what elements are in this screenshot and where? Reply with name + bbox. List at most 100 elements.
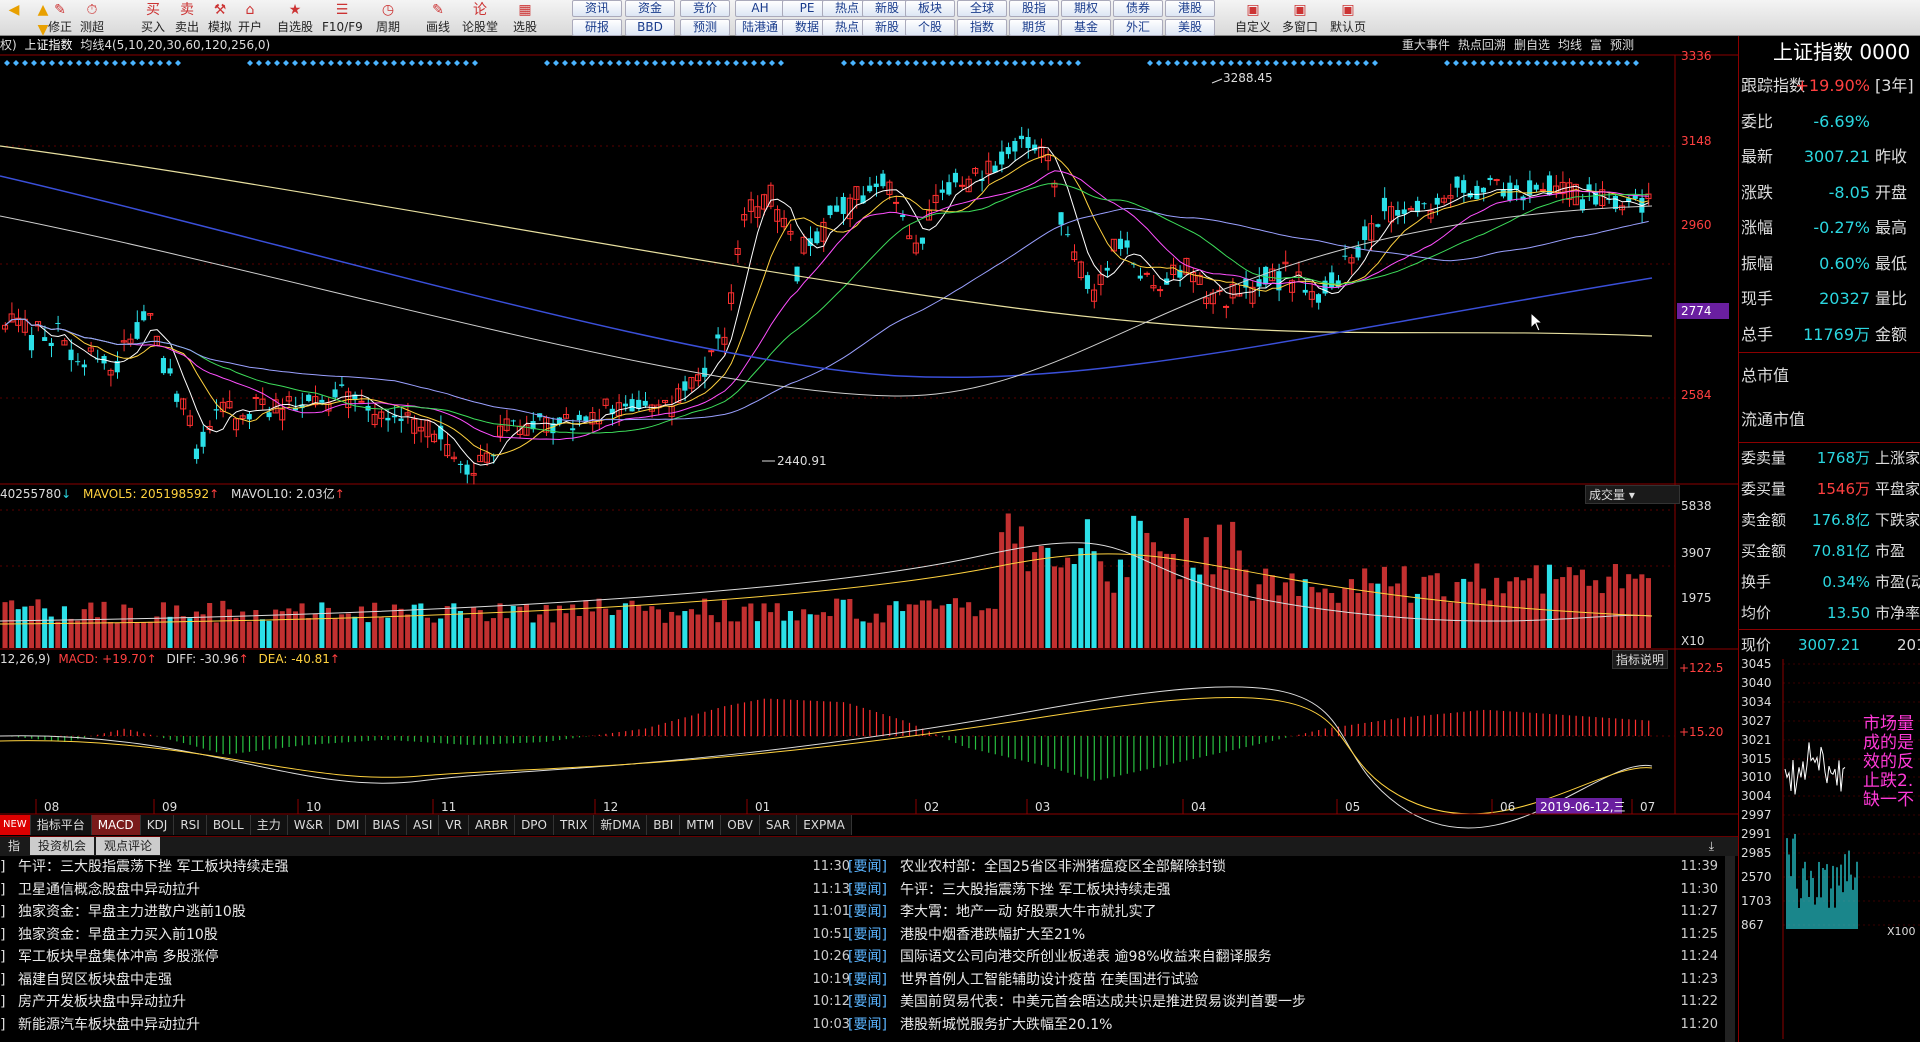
news-item[interactable]: [要闻] 李大霄：地产一动 好股票大牛市就扎实了 11:27 [848, 901, 1728, 924]
news-item[interactable]: [要闻] 美国前贸易代表：中美元首会晤达成共识是推进贸易谈判首要一步 11:22 [848, 991, 1728, 1014]
market-bottom[interactable]: 指数 [957, 19, 1007, 36]
indicator-tab-14[interactable]: 新DMA [594, 815, 648, 835]
toolbar-group-bottom[interactable]: 预测 [680, 19, 730, 36]
chart-top-tab[interactable]: 删自选 [1510, 36, 1554, 54]
news-item[interactable]: [要闻] 港股中烟香港跌幅扩大至21% 11:25 [848, 924, 1728, 947]
news-item[interactable]: [要闻] 世界首例人工智能辅助设计疫苗 在美国进行试验 11:23 [848, 969, 1728, 992]
news-item[interactable]: ] 军工板块早盘集体冲高 多股涨停 10:26 [0, 946, 860, 969]
news-item[interactable]: ] 独家资金：早盘主力买入前10股 10:51 [0, 924, 860, 947]
news-title[interactable]: 房产开发板块盘中异动拉升 [18, 991, 186, 1014]
indicator-tab-10[interactable]: VR [439, 815, 469, 835]
news-tab-1[interactable]: 观点评论 [96, 837, 161, 855]
toolbar-group-1[interactable]: 资金 BBD [625, 0, 675, 36]
market-group-2[interactable]: 股指 期货 [1009, 0, 1059, 36]
news-title[interactable]: 独家资金：早盘主力进散户逃前10股 [18, 901, 246, 924]
toolbar-item-8[interactable]: ◷ 周期 [368, 0, 408, 36]
market-top[interactable]: 期权 [1061, 0, 1111, 17]
news-title[interactable]: 港股新城悦服务扩大跌幅至20.1% [900, 1014, 1112, 1037]
toolbar-right-1[interactable]: ▣ 多窗口 [1277, 0, 1323, 36]
news-title[interactable]: 国际语文公司向港交所创业板递表 逾98%收益来自翻译服务 [900, 946, 1272, 969]
indicator-help-button[interactable]: 指标说明 [1612, 650, 1669, 669]
toolbar-group-top[interactable]: 竞价 [680, 0, 730, 17]
toolbar-item-11[interactable]: ▦ 选股 [505, 0, 545, 36]
market-bottom[interactable]: 基金 [1061, 19, 1111, 36]
chart-top-tab[interactable]: 预测 [1606, 36, 1638, 54]
indicator-tab-17[interactable]: OBV [721, 815, 760, 835]
toolbar-item-6[interactable]: ★ 自选股 [275, 0, 315, 36]
toolbar-item-5[interactable]: ⌂ 开户 [230, 0, 270, 36]
news-title[interactable]: 港股中烟香港跌幅扩大至21% [900, 924, 1085, 947]
indicator-tab-2[interactable]: KDJ [141, 815, 175, 835]
intraday-mini-chart[interactable]: 3045 3040 3034 3027 3021 3015 3010 3004 2997 2991… [1739, 659, 1920, 1039]
market-group-4[interactable]: 债券 外汇 [1113, 0, 1163, 36]
market-group-3[interactable]: 期权 基金 [1061, 0, 1111, 36]
market-top[interactable]: 港股 [1165, 0, 1215, 17]
indicator-tab-4[interactable]: BOLL [207, 815, 251, 835]
news-title[interactable]: 独家资金：早盘主力买入前10股 [18, 924, 218, 947]
indicator-tab-19[interactable]: EXPMA [797, 815, 852, 835]
news-title[interactable]: 福建自贸区板块盘中走强 [18, 969, 172, 992]
indicator-tab-12[interactable]: DPO [515, 815, 554, 835]
indicator-tab-1[interactable]: MACD [91, 815, 141, 835]
toolbar-group-top[interactable]: AH [735, 0, 785, 17]
chart-top-tab[interactable]: 热点回溯 [1454, 36, 1510, 54]
indicator-tab-11[interactable]: ARBR [469, 815, 516, 835]
indicator-tab-15[interactable]: BBI [647, 815, 681, 835]
market-group-0[interactable]: 板块 个股 [905, 0, 955, 36]
market-top[interactable]: 股指 [1009, 0, 1059, 17]
news-title[interactable]: 美国前贸易代表：中美元首会晤达成共识是推进贸易谈判首要一步 [900, 991, 1306, 1014]
news-item[interactable]: [要闻] 国际语文公司向港交所创业板递表 逾98%收益来自翻译服务 11:24 [848, 946, 1728, 969]
indicator-tab-18[interactable]: SAR [760, 815, 798, 835]
market-top[interactable]: 全球 [957, 0, 1007, 17]
back-icon[interactable]: ◀ [0, 0, 28, 36]
market-bottom[interactable]: 美股 [1165, 19, 1215, 36]
toolbar-item-7[interactable]: ☰ F10/F9 [322, 0, 363, 36]
news-scrollbar[interactable] [1725, 856, 1735, 1042]
news-title[interactable]: 李大霄：地产一动 好股票大牛市就扎实了 [900, 901, 1156, 924]
indicator-tab-13[interactable]: TRIX [554, 815, 595, 835]
indicator-tab-9[interactable]: ASI [407, 815, 440, 835]
toolbar-group-0[interactable]: 资讯 研报 [572, 0, 622, 36]
indicator-tab-7[interactable]: DMI [330, 815, 367, 835]
kline-chart-area[interactable]: 3336 3148 2960 2774 2584 5838 3907 1975 X10 +122.… [0, 36, 1738, 836]
toolbar-item-9[interactable]: ✎ 画线 [418, 0, 458, 36]
indicator-tab-3[interactable]: RSI [174, 815, 207, 835]
news-item[interactable]: ] 独家资金：早盘主力进散户逃前10股 11:01 [0, 901, 860, 924]
market-top[interactable]: 债券 [1113, 0, 1163, 17]
chart-top-tab[interactable]: 富 [1586, 36, 1606, 54]
toolbar-group-2[interactable]: 竞价 预测 [680, 0, 730, 36]
news-title[interactable]: 新能源汽车板块盘中异动拉升 [18, 1014, 200, 1037]
market-bottom[interactable]: 个股 [905, 19, 955, 36]
news-title[interactable]: 世界首例人工智能辅助设计疫苗 在美国进行试验 [900, 969, 1198, 992]
indicator-tab-16[interactable]: MTM [680, 815, 722, 835]
news-item[interactable]: ] 午评：三大股指震荡下挫 军工板块持续走强 11:30 [0, 856, 860, 879]
news-item[interactable]: ] 房产开发板块盘中异动拉升 10:12 [0, 991, 860, 1014]
news-item[interactable]: [要闻] 农业农村部：全国25省区非洲猪瘟疫区全部解除封锁 11:39 [848, 856, 1728, 879]
chart-top-tab[interactable]: 重大事件 [1398, 36, 1454, 54]
toolbar-group-bottom[interactable]: BBD [625, 19, 675, 36]
news-tab-0[interactable]: 投资机会 [30, 837, 95, 855]
news-title[interactable]: 农业农村部：全国25省区非洲猪瘟疫区全部解除封锁 [900, 856, 1226, 879]
news-item[interactable]: ] 新能源汽车板块盘中异动拉升 10:03 [0, 1014, 860, 1037]
news-item[interactable]: [要闻] 港股新城悦服务扩大跌幅至20.1% 11:20 [848, 1014, 1728, 1037]
news-title[interactable]: 午评：三大股指震荡下挫 军工板块持续走强 [18, 856, 288, 879]
news-item[interactable]: ] 卫星通信概念股盘中异动拉升 11:13 [0, 879, 860, 902]
news-item[interactable]: [要闻] 午评：三大股指震荡下挫 军工板块持续走强 11:30 [848, 879, 1728, 902]
toolbar-item-10[interactable]: 论论股堂 [460, 0, 500, 36]
kline-chart[interactable]: 3336 3148 2960 2774 2584 5838 3907 1975 X10 +122.… [0, 36, 1738, 836]
toolbar-group-top[interactable]: 资讯 [572, 0, 622, 17]
market-bottom[interactable]: 期货 [1009, 19, 1059, 36]
indicator-tab-6[interactable]: W&R [288, 815, 331, 835]
market-group-5[interactable]: 港股 美股 [1165, 0, 1215, 36]
toolbar-item-1[interactable]: ⏱ 测超 [72, 0, 112, 36]
toolbar-group-3[interactable]: AH 陆港通 [735, 0, 785, 36]
market-group-1[interactable]: 全球 指数 [957, 0, 1007, 36]
indicator-tab-8[interactable]: BIAS [366, 815, 408, 835]
toolbar-group-bottom[interactable]: 陆港通 [735, 19, 785, 36]
volume-type-select[interactable]: 成交量 ▾ [1585, 485, 1680, 504]
chart-top-tab[interactable]: 均线 [1554, 36, 1586, 54]
market-top[interactable]: 板块 [905, 0, 955, 17]
indicator-tab-0[interactable]: 指标平台 [31, 815, 92, 835]
news-title[interactable]: 午评：三大股指震荡下挫 军工板块持续走强 [900, 879, 1170, 902]
news-title[interactable]: 卫星通信概念股盘中异动拉升 [18, 879, 200, 902]
